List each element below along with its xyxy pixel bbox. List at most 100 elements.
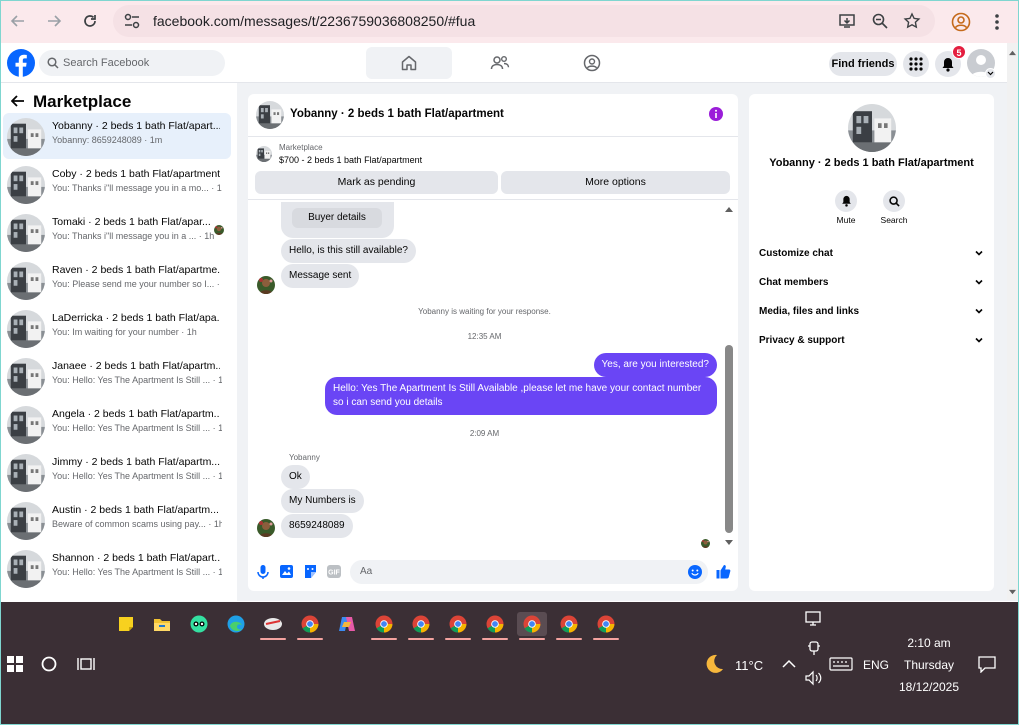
scroll-down-arrow-icon[interactable] — [724, 539, 734, 547]
listing-thumbnail[interactable] — [256, 146, 272, 162]
taskbar-sticky-notes[interactable] — [111, 612, 141, 636]
search-circle-icon[interactable] — [41, 656, 57, 672]
emoji-icon[interactable] — [688, 565, 702, 579]
address-bar[interactable]: facebook.com/messages/t/2236759036808250… — [113, 5, 935, 37]
microphone-icon[interactable] — [256, 564, 270, 580]
conversation-item[interactable]: LaDerricka · 2 beds 1 bath Flat/apa... Yo… — [3, 305, 231, 351]
conversation-item[interactable]: Austin · 2 beds 1 bath Flat/apartm... Bew… — [3, 497, 231, 543]
clock-day[interactable]: Thursday — [881, 658, 977, 672]
zoom-icon[interactable] — [871, 12, 889, 30]
outgoing-message-long[interactable]: Hello: Yes The Apartment Is Still Availa… — [325, 377, 717, 415]
mute-button[interactable] — [835, 190, 857, 212]
clock-time[interactable]: 2:10 am — [881, 636, 977, 650]
profile-icon[interactable] — [951, 12, 971, 32]
conversation-item[interactable]: Tomaki · 2 beds 1 bath Flat/apar... You: … — [3, 209, 231, 255]
chat-title[interactable]: Yobanny · 2 beds 1 bath Flat/apartment — [290, 108, 504, 120]
back-arrow-icon[interactable] — [11, 95, 25, 107]
search-facebook-input[interactable]: Search Facebook — [39, 50, 225, 76]
windows-start-icon[interactable] — [7, 656, 23, 672]
notification-center-icon[interactable] — [978, 656, 996, 673]
conversation-item[interactable]: Angela · 2 beds 1 bath Flat/apartm... You… — [3, 401, 231, 447]
install-app-icon[interactable] — [838, 12, 856, 30]
weather-moon-icon[interactable] — [703, 653, 725, 675]
forward-button[interactable] — [43, 10, 65, 32]
page-scroll-up-icon[interactable] — [1008, 49, 1017, 56]
clock-date[interactable]: 18/12/2025 — [881, 680, 977, 694]
volume-icon[interactable] — [805, 670, 823, 686]
taskbar-file-explorer[interactable] — [147, 612, 177, 636]
browser-menu-icon[interactable] — [989, 12, 1005, 32]
outgoing-message[interactable]: Yes, are you interested? — [593, 353, 717, 377]
gif-icon[interactable]: GIF — [327, 565, 341, 578]
pen-input-icon[interactable] — [807, 640, 821, 656]
incoming-message[interactable]: Hello, is this still available? — [281, 239, 416, 263]
chat-avatar[interactable] — [256, 101, 284, 129]
taskbar-chrome-window[interactable] — [591, 612, 621, 640]
panel-section-customize-chat[interactable]: Customize chat — [759, 248, 984, 259]
conversation-info-icon[interactable] — [709, 107, 723, 121]
incoming-message[interactable]: My Numbers is — [281, 489, 364, 513]
back-button[interactable] — [7, 10, 29, 32]
profile-large-avatar[interactable] — [848, 104, 896, 152]
network-display-icon[interactable] — [805, 611, 823, 627]
conversation-item[interactable]: Yobanny · 2 beds 1 bath Flat/apart... Yob… — [3, 113, 231, 159]
keyboard-icon[interactable] — [829, 657, 853, 671]
panel-section-privacy-support[interactable]: Privacy & support — [759, 335, 984, 346]
site-settings-icon[interactable] — [123, 12, 141, 30]
taskbar-chrome-window[interactable] — [369, 612, 399, 640]
weather-temperature[interactable]: 11°C — [735, 658, 763, 673]
taskbar-app-pinned[interactable] — [258, 612, 288, 640]
conversation-item[interactable]: Jimmy · 2 beds 1 bath Flat/apartm... You:… — [3, 449, 231, 495]
incoming-message[interactable]: 8659248089 — [281, 514, 353, 538]
more-options-button[interactable]: More options — [501, 171, 730, 194]
conversation-name: LaDerricka · 2 beds 1 bath Flat/apa... — [52, 312, 220, 324]
conversation-item[interactable]: Coby · 2 beds 1 bath Flat/apartment You: … — [3, 161, 231, 207]
menu-button[interactable] — [903, 51, 929, 77]
taskbar-chrome-window[interactable] — [443, 612, 473, 640]
photo-icon[interactable] — [279, 564, 294, 579]
conversation-item[interactable]: Raven · 2 beds 1 bath Flat/apartme... You… — [3, 257, 231, 303]
taskbar-copilot[interactable] — [332, 612, 362, 636]
taskbar-tripadvisor[interactable] — [184, 612, 214, 636]
find-friends-button[interactable]: Find friends — [829, 52, 897, 76]
scrollbar-thumb[interactable] — [725, 345, 733, 533]
account-chevron-icon[interactable] — [985, 68, 996, 79]
url-text[interactable]: facebook.com/messages/t/2236759036808250… — [153, 13, 475, 29]
sender-avatar[interactable] — [257, 519, 275, 537]
conversation-preview: You: Hello: Yes The Apartment Is Still .… — [52, 375, 222, 385]
reload-button[interactable] — [79, 10, 101, 32]
page-scrollbar[interactable] — [1007, 43, 1018, 600]
bookmark-star-icon[interactable] — [903, 12, 921, 30]
conversation-name: Shannon · 2 beds 1 bath Flat/apart... — [52, 552, 220, 564]
tab-home[interactable] — [366, 47, 452, 79]
message-input[interactable]: Aa — [350, 560, 708, 584]
incoming-message[interactable]: Message sent — [281, 264, 360, 288]
conversation-item[interactable]: Shannon · 2 beds 1 bath Flat/apart... You… — [3, 545, 231, 591]
hidden-icons-chevron-icon[interactable] — [782, 659, 796, 669]
panel-section-chat-members[interactable]: Chat members — [759, 277, 984, 288]
incoming-message[interactable]: Ok — [281, 465, 310, 489]
sender-avatar[interactable] — [257, 276, 275, 294]
tab-friends[interactable] — [457, 47, 543, 79]
task-view-icon[interactable] — [77, 656, 95, 672]
taskbar-chrome-window[interactable] — [406, 612, 436, 640]
scroll-up-arrow-icon[interactable] — [724, 205, 734, 213]
conversation-item[interactable]: Janaee · 2 beds 1 bath Flat/apartm... You… — [3, 353, 231, 399]
taskbar-chrome-window[interactable] — [517, 612, 547, 640]
listing-price[interactable]: $700 - 2 beds 1 bath Flat/apartment — [279, 155, 422, 165]
panel-section-media-files-and-links[interactable]: Media, files and links — [759, 306, 984, 317]
sticker-icon[interactable] — [303, 564, 318, 579]
like-thumbs-up-icon[interactable] — [716, 564, 731, 579]
facebook-logo-icon[interactable] — [7, 49, 35, 77]
page-scroll-down-icon[interactable] — [1008, 589, 1017, 596]
taskbar-chrome-window[interactable] — [554, 612, 584, 640]
mark-as-pending-button[interactable]: Mark as pending — [255, 171, 498, 194]
taskbar-chrome-window[interactable] — [295, 612, 325, 640]
message-scrollbar[interactable] — [724, 205, 734, 550]
search-in-conversation-button[interactable] — [883, 190, 905, 212]
conversation-preview: You: Hello: Yes The Apartment Is Still .… — [52, 567, 222, 577]
tab-groups[interactable] — [549, 47, 635, 79]
buyer-details-button[interactable]: Buyer details — [292, 208, 382, 228]
taskbar-edge[interactable] — [221, 612, 251, 636]
taskbar-chrome-window[interactable] — [480, 612, 510, 640]
